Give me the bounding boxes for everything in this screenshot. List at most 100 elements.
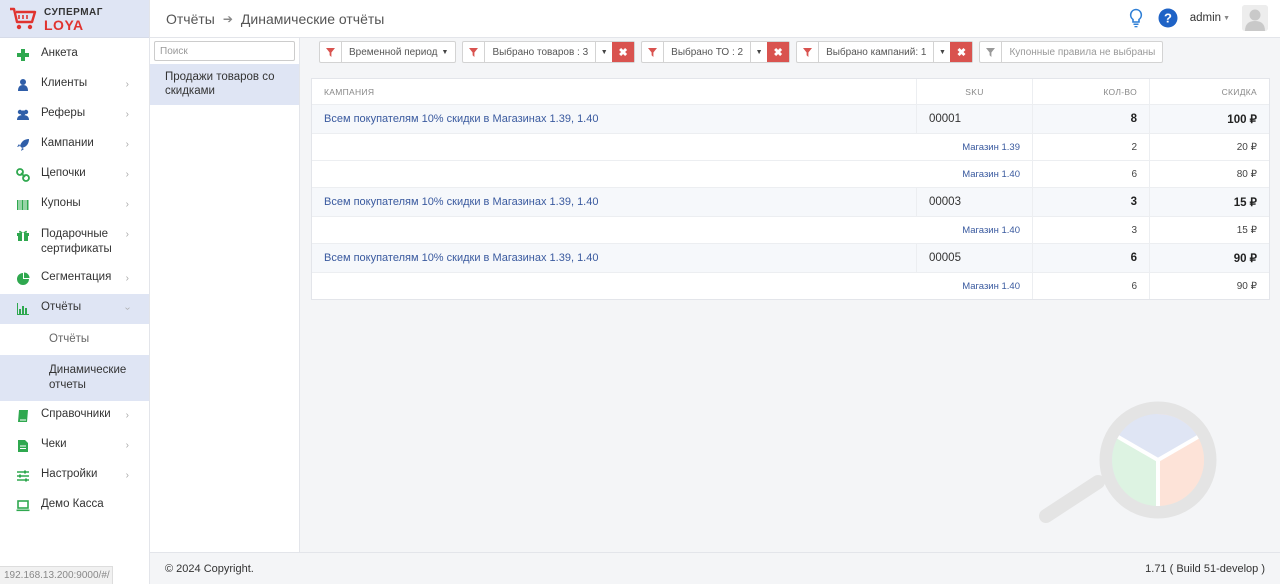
caret-down-icon[interactable]: ▼ (933, 42, 950, 62)
cart-logo-icon (10, 7, 37, 29)
breadcrumb-reports[interactable]: Отчёты (166, 11, 215, 27)
discount-total: 100 ₽ (1227, 114, 1257, 126)
filter-campaigns[interactable]: Выбрано кампаний: 1 ▼ ✖ (796, 41, 974, 63)
chevron-right-icon: › (125, 470, 129, 481)
report-list-panel: Поиск Продажи товаров со скидками (150, 38, 300, 552)
sidebar-item-segmentation[interactable]: Сегментация › (0, 264, 149, 294)
arrow-right-icon: ➔ (222, 11, 233, 26)
clear-campaigns-filter-button[interactable]: ✖ (950, 42, 973, 62)
filter-campaigns-label: Выбрано кампаний: 1 (826, 46, 927, 58)
sidebar-item-directories[interactable]: Справочники › (0, 401, 149, 431)
chevron-right-icon: › (125, 139, 129, 150)
chevron-right-icon: › (125, 410, 129, 421)
sidebar-item-demo-register[interactable]: Демо Касса (0, 491, 149, 521)
pie-icon (17, 272, 30, 285)
rocket-icon (17, 139, 29, 151)
sidebar-item-label: Настройки (41, 468, 98, 480)
store-link[interactable]: Магазин 1.40 (962, 281, 1020, 292)
header-discount[interactable]: СКИДКА (1150, 79, 1269, 104)
filter-trade-objects[interactable]: Выбрано ТО : 2 ▼ ✖ (641, 41, 791, 63)
sidebar-item-clients[interactable]: Клиенты › (0, 70, 149, 100)
sidebar-item-coupons[interactable]: Купоны › (0, 190, 149, 220)
qty-total: 8 (1130, 113, 1137, 125)
sidebar-item-gift-certificates[interactable]: Подарочные сертификаты › (0, 220, 149, 264)
logo[interactable]: СУПЕРМАГ LOYA (0, 0, 149, 38)
sidebar-item-receipts[interactable]: Чеки › (0, 431, 149, 461)
sidebar-subitem-reports[interactable]: Отчёты (0, 324, 149, 355)
sidebar-item-label: Демо Касса (41, 498, 104, 510)
filter-coupon-rules[interactable]: Купонные правила не выбраны (979, 41, 1164, 63)
discount-value: 20 ₽ (1236, 141, 1257, 153)
qty-total: 3 (1130, 196, 1137, 208)
sidebar-item-label: Подарочные сертификаты (41, 228, 112, 255)
report-table: КАМПАНИЯ SKU КОЛ-ВО СКИДКА Всем покупате… (311, 78, 1270, 300)
filter-icon (326, 47, 335, 57)
table-header: КАМПАНИЯ SKU КОЛ-ВО СКИДКА (312, 79, 1269, 104)
sidebar-item-chains[interactable]: Цепочки › (0, 160, 149, 190)
table-row: Магазин 1.40 6 90 ₽ (312, 272, 1269, 299)
chevron-right-icon: › (125, 109, 129, 120)
search-input[interactable]: Поиск (154, 41, 295, 61)
user-menu[interactable]: admin ▼ (1190, 12, 1230, 24)
copyright: © 2024 Copyright. (165, 562, 254, 575)
caret-down-icon[interactable]: ▼ (595, 42, 612, 62)
breadcrumb: Отчёты ➔ Динамические отчёты (166, 11, 384, 27)
clear-goods-filter-button[interactable]: ✖ (612, 42, 635, 62)
sidebar-item-referrers[interactable]: Реферы › (0, 100, 149, 130)
chevron-right-icon: › (125, 229, 129, 240)
logo-subtitle: LOYA (44, 16, 84, 33)
avatar[interactable] (1242, 5, 1268, 31)
sidebar-item-reports[interactable]: Отчёты › (0, 294, 149, 324)
chevron-right-icon: › (125, 273, 129, 284)
qty-value: 3 (1131, 224, 1137, 236)
filter-icon (986, 47, 996, 57)
discount-value: 90 ₽ (1236, 280, 1257, 292)
sidebar-item-label: Справочники (41, 408, 111, 420)
footer: © 2024 Copyright. 1.71 ( Build 51-develo… (150, 552, 1280, 584)
clear-trade-objects-filter-button[interactable]: ✖ (767, 42, 790, 62)
sidebar-item-label: Чеки (41, 438, 67, 450)
chevron-right-icon: › (125, 440, 129, 451)
discount-value: 15 ₽ (1236, 224, 1257, 236)
sidebar-item-label: Реферы (41, 107, 86, 119)
store-link[interactable]: Магазин 1.40 (962, 169, 1020, 180)
sidebar-item-label: Цепочки (41, 167, 86, 179)
receipt-icon (18, 440, 28, 452)
sidebar-item-questionnaire[interactable]: Анкета (0, 40, 149, 70)
caret-down-icon[interactable]: ▼ (750, 42, 767, 62)
table-row: Всем покупателям 10% скидки в Магазинах … (312, 187, 1269, 216)
sidebar-subitem-dynamic-reports[interactable]: Динамические отчеты (0, 355, 149, 401)
discount-total: 15 ₽ (1233, 197, 1257, 209)
campaign-link[interactable]: Всем покупателям 10% скидки в Магазинах … (324, 252, 598, 264)
top-header: Отчёты ➔ Динамические отчёты ? admin ▼ (150, 0, 1280, 38)
filter-bar: Временной период ▼ Выбрано товаров : 3 ▼ … (319, 41, 1164, 63)
store-link[interactable]: Магазин 1.40 (962, 225, 1020, 236)
header-qty[interactable]: КОЛ-ВО (1033, 79, 1150, 104)
header-sku[interactable]: SKU (917, 79, 1033, 104)
laptop-icon (16, 500, 30, 512)
build-version: 1.71 ( Build 51-develop ) (1145, 562, 1265, 575)
sidebar-item-campaigns[interactable]: Кампании › (0, 130, 149, 160)
sidebar-item-label: Купоны (41, 197, 81, 209)
filter-goods[interactable]: Выбрано товаров : 3 ▼ ✖ (462, 41, 636, 63)
table-row: Всем покупателям 10% скидки в Магазинах … (312, 104, 1269, 133)
campaign-link[interactable]: Всем покупателям 10% скидки в Магазинах … (324, 113, 598, 125)
store-link[interactable]: Магазин 1.39 (962, 142, 1020, 153)
qty-total: 6 (1130, 252, 1137, 264)
table-row: Магазин 1.40 6 80 ₽ (312, 160, 1269, 187)
filter-period[interactable]: Временной период ▼ (319, 41, 457, 63)
chevron-right-icon: › (125, 169, 129, 180)
header-campaign[interactable]: КАМПАНИЯ (312, 79, 917, 104)
campaign-link[interactable]: Всем покупателям 10% скидки в Магазинах … (324, 196, 598, 208)
sidebar-item-label: Отчёты (41, 301, 82, 313)
sidebar-item-settings[interactable]: Настройки › (0, 461, 149, 491)
sidebar: СУПЕРМАГ LOYA Анкета Клиенты › Реферы › … (0, 0, 150, 584)
lightbulb-icon[interactable] (1128, 8, 1144, 28)
filter-coupon-rules-label: Купонные правила не выбраны (1009, 46, 1156, 58)
filter-period-label: Временной период (349, 46, 438, 58)
discount-total: 90 ₽ (1233, 253, 1257, 265)
filter-goods-label: Выбрано товаров : 3 (492, 46, 589, 58)
report-item-discounted-sales[interactable]: Продажи товаров со скидками (150, 64, 299, 105)
help-icon[interactable]: ? (1158, 8, 1178, 28)
filter-icon (469, 47, 479, 57)
